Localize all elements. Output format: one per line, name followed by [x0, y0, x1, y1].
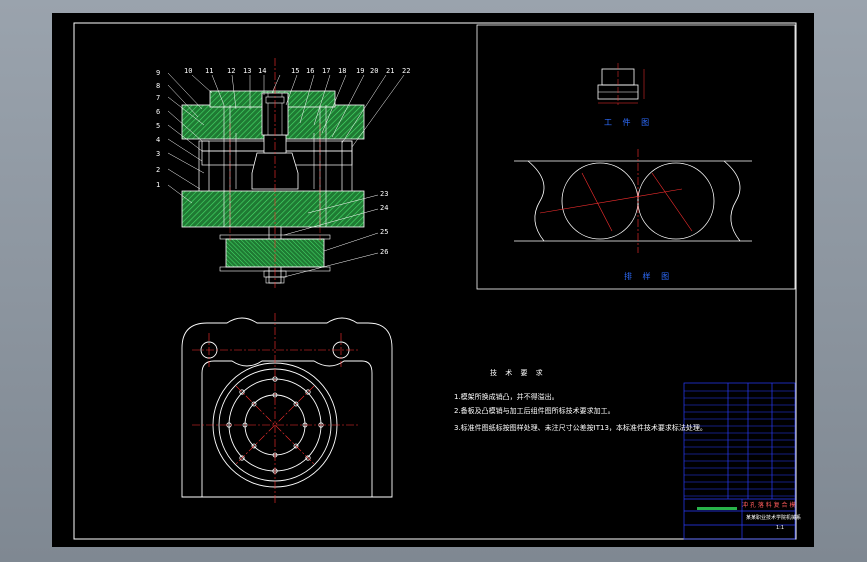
part-number-9: 9: [156, 69, 161, 77]
tech-requirement-item-2: 2.备板及凸模销与加工后组件图所标技术要求加工。: [454, 407, 615, 415]
part-number-16: 16: [306, 67, 315, 75]
part-number-10: 10: [184, 67, 193, 75]
tech-requirements-title: 技 术 要 求: [490, 369, 546, 377]
part-number-15: 15: [291, 67, 300, 75]
part-number-21: 21: [386, 67, 395, 75]
part-number-8: 8: [156, 82, 161, 90]
part-number-24: 24: [380, 204, 389, 212]
views-frame: [476, 24, 796, 290]
part-number-11: 11: [205, 67, 214, 75]
part-number-19: 19: [356, 67, 365, 75]
layout-caption: 排 样 图: [624, 272, 674, 281]
scale-value: 1:1: [776, 525, 785, 531]
part-number-3: 3: [156, 150, 161, 158]
workpiece-caption: 工 件 图: [604, 118, 654, 127]
part-number-7: 7: [156, 94, 161, 102]
school-name: 某某职业技术学院机械系: [746, 515, 802, 521]
strip-layout-view: [514, 149, 752, 253]
part-number-23: 23: [380, 190, 389, 198]
assembly-section-view: [167, 58, 405, 288]
cad-drawing: [73, 22, 797, 540]
part-number-6: 6: [156, 108, 161, 116]
tech-requirement-item-1: 1.模架所换成销凸，并不得溢出。: [454, 393, 559, 401]
part-number-26: 26: [380, 248, 389, 256]
part-number-4: 4: [156, 136, 161, 144]
part-number-22: 22: [402, 67, 411, 75]
part-number-14: 14: [258, 67, 267, 75]
plan-view: [181, 313, 393, 503]
part-number-20: 20: [370, 67, 379, 75]
part-number-17: 17: [322, 67, 331, 75]
part-number-12: 12: [227, 67, 236, 75]
part-number-2: 2: [156, 166, 161, 174]
workpiece-view: [597, 63, 645, 105]
part-number-18: 18: [338, 67, 347, 75]
drawing-sheet: 1 2 3 4 5 6 7 8 9 10 11 12 13 14 15 16 17 18 19 20 21 22 23 24 2…: [52, 13, 814, 547]
part-number-5: 5: [156, 122, 161, 130]
part-number-13: 13: [243, 67, 252, 75]
drawing-name: 冲 孔 落 料 复 合 模: [742, 502, 796, 509]
part-number-1: 1: [156, 181, 161, 189]
title-block-rows: [684, 390, 795, 497]
part-number-25: 25: [380, 228, 389, 236]
tech-requirement-item-3: 3.标准件图纸标按图样处理、未注尺寸公差按IT13，本标准件技术要求标法处理。: [454, 424, 707, 432]
